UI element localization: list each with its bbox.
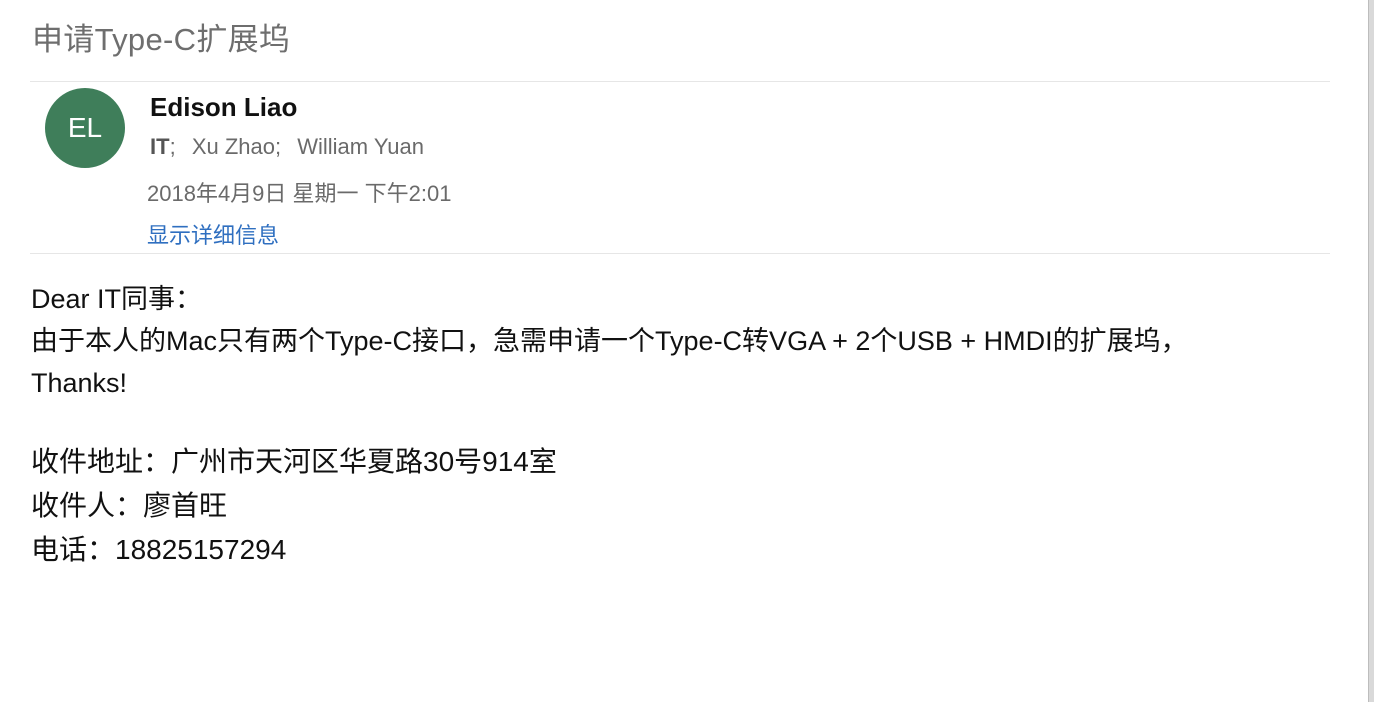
body-recipient: 收件人：廖首旺 <box>31 490 228 521</box>
recipient-william-yuan[interactable]: William Yuan <box>297 134 424 159</box>
body-phone: 电话：18825157294 <box>31 534 287 565</box>
body-request: 由于本人的Mac只有两个Type-C接口，急需申请一个Type-C转VGA + … <box>31 326 1188 356</box>
recipient-list: IT; Xu Zhao; William Yuan <box>150 134 424 160</box>
body-thanks: Thanks! <box>31 368 128 398</box>
recipient-separator: ; <box>169 134 176 159</box>
recipient-separator: ; <box>274 134 282 159</box>
email-body: Dear IT同事： 由于本人的Mac只有两个Type-C接口，急需申请一个Ty… <box>31 278 1188 572</box>
email-subject: 申请Type-C扩展坞 <box>32 22 291 57</box>
recipient-it[interactable]: IT <box>150 134 170 159</box>
window-edge <box>1368 0 1374 702</box>
recipient-xu-zhao[interactable]: Xu Zhao <box>192 134 275 159</box>
show-details-link[interactable]: 显示详细信息 <box>147 218 279 250</box>
sent-date: 2018年4月9日 星期一 下午2:01 <box>147 181 452 206</box>
header-divider <box>30 81 1330 82</box>
body-divider <box>30 253 1330 254</box>
body-greeting: Dear IT同事： <box>31 284 203 314</box>
email-reader: 申请Type-C扩展坞 EL Edison Liao IT; Xu Zhao; … <box>0 0 1374 702</box>
body-address: 收件地址：广州市天河区华夏路30号914室 <box>31 446 557 477</box>
sender-name[interactable]: Edison Liao <box>150 92 297 123</box>
sender-avatar: EL <box>45 88 125 168</box>
